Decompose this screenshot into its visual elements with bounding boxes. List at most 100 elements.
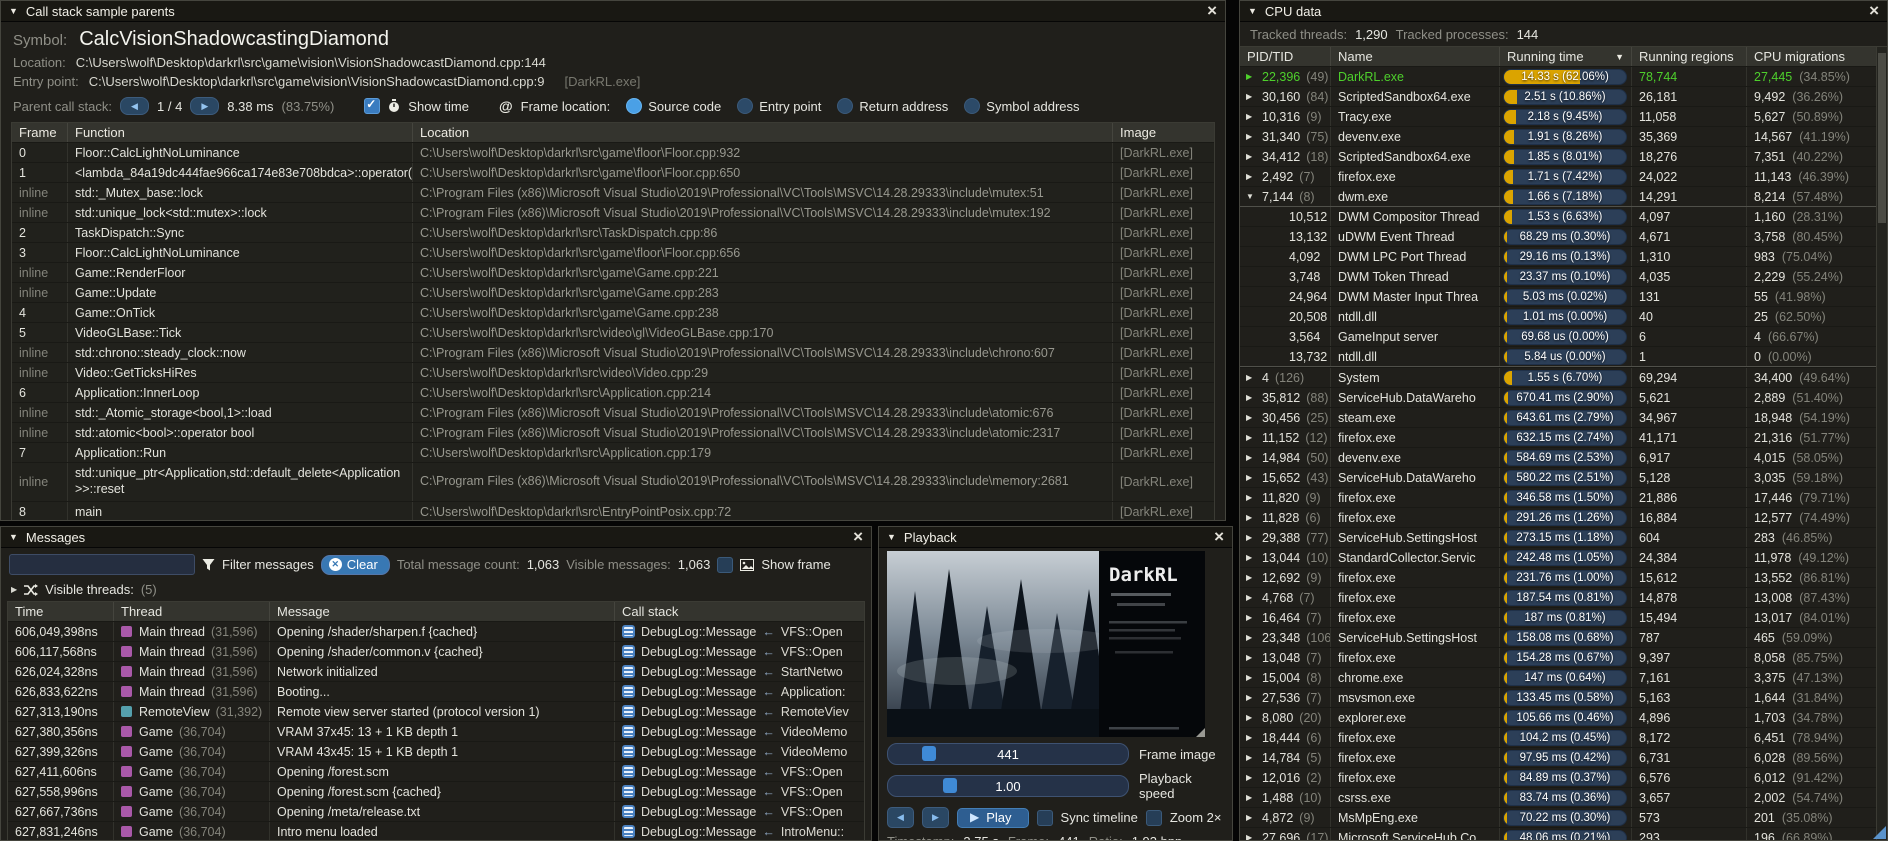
callstack-row[interactable]: 3Floor::CalcLightNoLuminanceC:\Users\wol… (12, 242, 1214, 262)
message-row[interactable]: 627,667,736nsGame(36,704)Opening /meta/r… (8, 801, 864, 821)
zoom-2x-checkbox[interactable] (1146, 810, 1162, 826)
collapse-icon[interactable]: ▼ (9, 532, 18, 542)
expander-icon[interactable]: ▶ (1246, 553, 1256, 562)
cpu-row[interactable]: ▶8,080(20)explorer.exe105.66 ms (0.46%)4… (1240, 707, 1877, 727)
callstack-row[interactable]: inlinestd::chrono::steady_clock::nowC:\P… (12, 342, 1214, 362)
message-row[interactable]: 627,313,190nsRemoteView(31,392)Remote vi… (8, 701, 864, 721)
cpu-row[interactable]: ▶27,696(17)Microsoft.ServiceHub.Co48.06 … (1240, 827, 1877, 840)
expander-icon[interactable]: ▶ (1246, 733, 1256, 742)
visible-threads-row[interactable]: ▶ Visible threads: (5) (1, 579, 871, 601)
close-icon[interactable]: × (1214, 530, 1224, 544)
step-back-button[interactable]: ◀ (887, 807, 914, 828)
cpu-row[interactable]: 20,508ntdll.dll1.01 ms (0.00%)4025(62.50… (1240, 306, 1877, 326)
callstack-row[interactable]: inlinestd::unique_lock<std::mutex>::lock… (12, 202, 1214, 222)
expander-icon[interactable]: ▼ (1246, 192, 1256, 201)
cpu-row[interactable]: ▶34,412(18)ScriptedSandbox64.exe1.85 s (… (1240, 146, 1877, 166)
cpu-row[interactable]: ▶14,784(5)firefox.exe97.95 ms (0.42%)6,7… (1240, 747, 1877, 767)
callstack-cell[interactable]: DebugLog::Message←VideoMemo (614, 742, 864, 761)
sync-timeline-checkbox[interactable] (1037, 810, 1053, 826)
callstack-row[interactable]: inlineGame::UpdateC:\Users\wolf\Desktop\… (12, 282, 1214, 302)
close-icon[interactable]: × (853, 530, 863, 544)
message-row[interactable]: 627,558,996nsGame(36,704)Opening /forest… (8, 781, 864, 801)
step-forward-button[interactable]: ▶ (922, 807, 949, 828)
radio-return-address[interactable]: Return address (837, 98, 948, 114)
expander-icon[interactable]: ▶ (11, 585, 17, 594)
callstack-cell[interactable]: DebugLog::Message←RemoteViev (614, 702, 864, 721)
cpu-row[interactable]: 13,732ntdll.dll5.84 us (0.00%)10(0.00%) (1240, 346, 1877, 367)
callstack-row[interactable]: 5VideoGLBase::TickC:\Users\wolf\Desktop\… (12, 322, 1214, 342)
cpu-row[interactable]: ▶4,872(9)MsMpEng.exe70.22 ms (0.30%)5732… (1240, 807, 1877, 827)
radio-symbol-address[interactable]: Symbol address (964, 98, 1079, 114)
expander-icon[interactable]: ▶ (1246, 413, 1256, 422)
expander-icon[interactable]: ▶ (1246, 753, 1256, 762)
callstack-cell[interactable]: DebugLog::Message←VFS::Open (614, 642, 864, 661)
expander-icon[interactable]: ▶ (1246, 373, 1256, 382)
cpu-row[interactable]: 3,564GameInput server69.68 us (0.00%)64(… (1240, 326, 1877, 346)
callstack-row[interactable]: inlineGame::RenderFloorC:\Users\wolf\Des… (12, 262, 1214, 282)
callstack-cell[interactable]: DebugLog::Message←VFS::Open (614, 782, 864, 801)
callstack-row[interactable]: 0Floor::CalcLightNoLuminanceC:\Users\wol… (12, 142, 1214, 162)
callstack-cell[interactable]: DebugLog::Message←StartNetwo (614, 662, 864, 681)
expander-icon[interactable]: ▶ (1246, 713, 1256, 722)
message-row[interactable]: 626,833,622nsMain thread(31,596)Booting.… (8, 681, 864, 701)
expander-icon[interactable]: ▶ (1246, 152, 1256, 161)
expander-icon[interactable]: ▶ (1246, 773, 1256, 782)
message-row[interactable]: 627,831,246nsGame(36,704)Intro menu load… (8, 821, 864, 840)
expander-icon[interactable]: ▶ (1246, 72, 1256, 81)
cpu-row[interactable]: ▶4(126)System1.55 s (6.70%)69,29434,400(… (1240, 367, 1877, 387)
col-image[interactable]: Image (1112, 123, 1214, 142)
callstack-row[interactable]: 7Application::RunC:\Users\wolf\Desktop\d… (12, 442, 1214, 462)
cpu-row[interactable]: ▶27,536(7)msvsmon.exe133.45 ms (0.58%)5,… (1240, 687, 1877, 707)
message-row[interactable]: 627,411,606nsGame(36,704)Opening /forest… (8, 761, 864, 781)
cpu-row[interactable]: ▶30,456(25)steam.exe643.61 ms (2.79%)34,… (1240, 407, 1877, 427)
col-name[interactable]: Name (1330, 47, 1499, 66)
expander-icon[interactable]: ▶ (1246, 132, 1256, 141)
cpu-row[interactable]: ▶14,984(50)devenv.exe584.69 ms (2.53%)6,… (1240, 447, 1877, 467)
message-row[interactable]: 626,024,328nsMain thread(31,596)Network … (8, 661, 864, 681)
col-running-regions[interactable]: Running regions (1631, 47, 1746, 66)
expander-icon[interactable]: ▶ (1246, 453, 1256, 462)
cpu-row[interactable]: ▶13,044(10)StandardCollector.Servic242.4… (1240, 547, 1877, 567)
expander-icon[interactable]: ▶ (1246, 112, 1256, 121)
callstack-row[interactable]: 4Game::OnTickC:\Users\wolf\Desktop\darkr… (12, 302, 1214, 322)
cpu-row[interactable]: ▶11,828(6)firefox.exe291.26 ms (1.26%)16… (1240, 507, 1877, 527)
expander-icon[interactable]: ▶ (1246, 633, 1256, 642)
cpu-row[interactable]: ▶13,048(7)firefox.exe154.28 ms (0.67%)9,… (1240, 647, 1877, 667)
expander-icon[interactable]: ▶ (1246, 533, 1256, 542)
collapse-icon[interactable]: ▼ (1248, 6, 1257, 16)
cpu-row[interactable]: ▶29,388(77)ServiceHub.SettingsHost273.15… (1240, 527, 1877, 547)
cpu-resize-grip[interactable] (1873, 826, 1886, 839)
callstack-row[interactable]: inlinestd::unique_ptr<Application,std::d… (12, 462, 1214, 501)
prev-parent-button[interactable]: ◀ (120, 97, 149, 115)
expander-icon[interactable]: ▶ (1246, 833, 1256, 840)
col-location[interactable]: Location (412, 123, 1112, 142)
show-frame-checkbox[interactable] (717, 557, 733, 573)
cpu-row[interactable]: ▶15,652(43)ServiceHub.DataWareho580.22 m… (1240, 467, 1877, 487)
callstack-row[interactable]: inlineVideo::GetTicksHiResC:\Users\wolf\… (12, 362, 1214, 382)
cpu-row[interactable]: 3,748DWM Token Thread23.37 ms (0.10%)4,0… (1240, 266, 1877, 286)
col-thread[interactable]: Thread (113, 602, 269, 621)
expander-icon[interactable]: ▶ (1246, 493, 1256, 502)
frame-slider[interactable]: 441 (887, 743, 1129, 765)
expander-icon[interactable]: ▶ (1246, 813, 1256, 822)
col-running-time[interactable]: Running time▼ (1499, 47, 1631, 66)
col-time[interactable]: Time (8, 602, 113, 621)
message-row[interactable]: 627,380,356nsGame(36,704)VRAM 37x45: 13 … (8, 721, 864, 741)
speed-slider[interactable]: 1.00 (887, 775, 1129, 797)
callstack-cell[interactable]: DebugLog::Message←Application: (614, 682, 864, 701)
expander-icon[interactable]: ▶ (1246, 433, 1256, 442)
callstack-row[interactable]: inlinestd::atomic<bool>::operator boolC:… (12, 422, 1214, 442)
callstack-row[interactable]: 6Application::InnerLoopC:\Users\wolf\Des… (12, 382, 1214, 402)
callstack-row[interactable]: inlinestd::_Mutex_base::lockC:\Program F… (12, 182, 1214, 202)
expander-icon[interactable]: ▶ (1246, 573, 1256, 582)
callstack-cell[interactable]: DebugLog::Message←VFS::Open (614, 622, 864, 641)
cpu-row[interactable]: ▶16,464(7)firefox.exe187 ms (0.81%)15,49… (1240, 607, 1877, 627)
message-row[interactable]: 606,049,398nsMain thread(31,596)Opening … (8, 621, 864, 641)
expander-icon[interactable]: ▶ (1246, 473, 1256, 482)
collapse-icon[interactable]: ▼ (9, 6, 18, 16)
cpu-row[interactable]: 10,512DWM Compositor Thread1.53 s (6.63%… (1240, 206, 1877, 226)
filter-input[interactable] (9, 554, 195, 575)
expander-icon[interactable]: ▶ (1246, 693, 1256, 702)
expander-icon[interactable]: ▶ (1246, 92, 1256, 101)
col-callstack[interactable]: Call stack (614, 602, 864, 621)
